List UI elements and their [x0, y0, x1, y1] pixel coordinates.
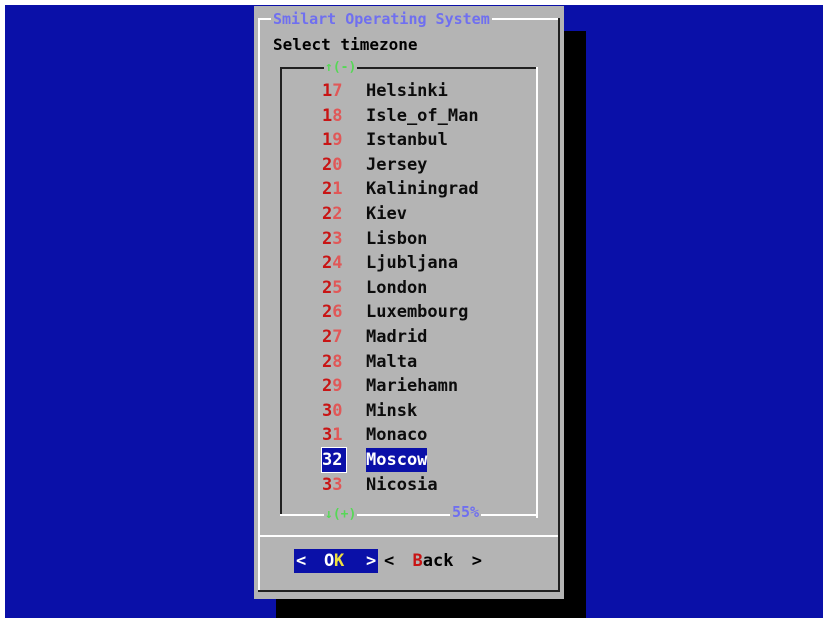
timezone-number: 28 — [322, 351, 343, 372]
frame-left — [258, 18, 260, 590]
listbox-top — [280, 67, 538, 69]
timezone-number: 31 — [322, 425, 343, 446]
timezone-number: 27 — [322, 327, 343, 347]
back-right-bracket: > — [471, 551, 482, 571]
timezone-name: Kiev — [366, 204, 407, 224]
dialog-title: Smilart Operating System — [271, 9, 492, 29]
timezone-name: Madrid — [366, 327, 428, 347]
timezone-item[interactable]: 17 Helsinki — [322, 79, 448, 103]
frame-bottom — [258, 590, 560, 592]
timezone-name: Mariehamn — [366, 376, 459, 397]
button-separator — [260, 535, 558, 537]
scroll-percent: 55% — [450, 503, 482, 521]
scroll-up-indicator[interactable]: ↑(-) — [324, 61, 358, 75]
timezone-number: 20 — [322, 154, 343, 175]
timezone-number: 33 — [322, 474, 343, 495]
timezone-item[interactable]: 26 Luxembourg — [322, 300, 468, 324]
timezone-number: 19 — [322, 130, 343, 151]
timezone-name: Helsinki — [366, 81, 448, 101]
timezone-item[interactable]: 22 Kiev — [322, 202, 407, 226]
timezone-name: Ljubljana — [366, 253, 459, 274]
timezone-number: 22 — [322, 204, 343, 224]
ok-right-bracket: > — [366, 551, 377, 571]
timezone-dialog: Smilart Operating System Select timezone… — [254, 6, 564, 599]
timezone-name: Jersey — [366, 154, 428, 175]
timezone-item[interactable]: 18 Isle_of_Man — [322, 104, 479, 128]
timezone-item[interactable]: 24 Ljubljana — [322, 251, 458, 275]
timezone-name: Moscow — [366, 448, 428, 472]
timezone-number: 18 — [322, 105, 343, 126]
timezone-name: London — [366, 277, 428, 298]
timezone-name: Kaliningrad — [366, 179, 479, 200]
listbox-left — [280, 67, 282, 516]
timezone-name: Nicosia — [366, 474, 438, 495]
timezone-item[interactable]: 23 Lisbon — [322, 227, 427, 251]
timezone-number: 17 — [322, 81, 343, 101]
timezone-number: 26 — [322, 302, 343, 323]
timezone-number: 32 — [321, 447, 347, 473]
back-left-bracket: < — [384, 551, 395, 571]
timezone-item[interactable]: 33 Nicosia — [322, 473, 438, 497]
timezone-number: 21 — [322, 179, 343, 200]
timezone-number: 30 — [322, 400, 343, 421]
scroll-down-indicator[interactable]: ↓(+) — [324, 508, 358, 522]
timezone-item[interactable]: 27 Madrid — [322, 325, 427, 349]
timezone-item[interactable]: 25 London — [322, 276, 427, 300]
timezone-name: Isle_of_Man — [366, 105, 479, 126]
timezone-name: Luxembourg — [366, 302, 469, 323]
listbox-bottom — [280, 514, 538, 516]
timezone-item[interactable]: 19 Istanbul — [322, 128, 448, 152]
timezone-item[interactable]: 30 Minsk — [322, 399, 417, 423]
timezone-number: 23 — [322, 228, 343, 249]
timezone-name: Minsk — [366, 400, 418, 421]
timezone-item[interactable]: 29 Mariehamn — [322, 374, 458, 398]
timezone-item[interactable]: 28 Malta — [322, 350, 417, 374]
frame-right — [558, 18, 560, 592]
timezone-item[interactable]: 20 Jersey — [322, 153, 427, 177]
timezone-item[interactable]: 21 Kaliningrad — [322, 177, 479, 201]
timezone-item[interactable]: 32 Moscow — [321, 447, 428, 473]
timezone-name: Istanbul — [366, 130, 448, 151]
timezone-name: Monaco — [366, 425, 428, 446]
ok-button[interactable]: < O K > — [294, 549, 378, 573]
timezone-name: Lisbon — [366, 228, 428, 249]
ok-left-bracket: < — [296, 551, 307, 571]
ok-hotkey: O — [324, 551, 335, 571]
back-button[interactable]: < Back > — [384, 549, 482, 573]
timezone-name: Malta — [366, 351, 418, 372]
dialog-prompt: Select timezone — [273, 35, 418, 54]
timezone-number: 29 — [322, 376, 343, 397]
timezone-item[interactable]: 31 Monaco — [322, 423, 427, 447]
timezone-number: 25 — [322, 277, 343, 298]
back-hotkey: B — [412, 551, 423, 571]
back-label-rest: ack — [422, 551, 454, 571]
listbox-right — [536, 67, 538, 518]
timezone-number: 24 — [322, 253, 343, 274]
ok-label-rest: K — [334, 551, 345, 571]
